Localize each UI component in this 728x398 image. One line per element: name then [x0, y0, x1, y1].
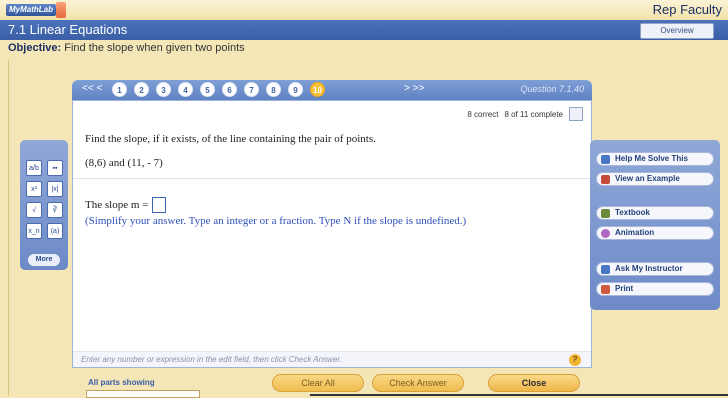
problem-points: (8,6) and (11, - 7) [85, 157, 163, 169]
mymathlab-logo: MyMathLab [6, 4, 56, 16]
hint-bar: Enter any number or expression in the ed… [73, 351, 591, 367]
status-row: 8 correct 8 of 11 complete [467, 107, 583, 121]
textbook-label: Textbook [615, 208, 650, 217]
answer-instructions: (Simplify your answer. Type an integer o… [85, 215, 467, 227]
answer-line: The slope m = [85, 197, 167, 213]
objective-text: Find the slope when given two points [64, 42, 245, 54]
question-button-10[interactable]: 10 [310, 82, 325, 97]
user-name: Rep Faculty [652, 2, 722, 17]
math-tool-button[interactable]: √ [26, 202, 42, 218]
objective-line: Objective: Find the slope when given two… [8, 42, 245, 54]
help-me-solve-button[interactable]: Help Me Solve This [596, 152, 714, 166]
answer-input[interactable] [152, 197, 167, 213]
question-panel: 8 correct 8 of 11 complete Find the slop… [72, 100, 592, 368]
close-button[interactable]: Close [488, 374, 580, 392]
view-example-button[interactable]: View an Example [596, 172, 714, 186]
question-button-3[interactable]: 3 [156, 82, 171, 97]
problem-statement: Find the slope, if it exists, of the lin… [85, 133, 376, 145]
book-icon [601, 209, 610, 218]
bottom-toolbar: All parts showing Clear All Check Answer… [0, 372, 728, 398]
instructor-icon [601, 265, 610, 274]
animation-icon [601, 229, 610, 238]
question-button-4[interactable]: 4 [178, 82, 193, 97]
objective-label: Objective: [8, 42, 62, 54]
parts-label: All parts showing [88, 378, 155, 387]
help-me-solve-label: Help Me Solve This [615, 154, 688, 163]
question-button-7[interactable]: 7 [244, 82, 259, 97]
print-button[interactable]: Print [596, 282, 714, 296]
question-button-8[interactable]: 8 [266, 82, 281, 97]
math-tools-panel: a/b ▪▪ x² |x| √ ∛ x_n (a) More [20, 140, 68, 270]
section-title: 7.1 Linear Equations [8, 22, 128, 37]
help-panel: Help Me Solve This View an Example Textb… [590, 140, 720, 310]
animation-label: Animation [615, 228, 655, 237]
overview-button[interactable]: Overview [640, 23, 714, 39]
arrow-icon [601, 155, 610, 164]
math-tool-button[interactable]: ▪▪ [47, 160, 63, 176]
question-button-9[interactable]: 9 [288, 82, 303, 97]
more-tools-button[interactable]: More [28, 254, 60, 266]
clear-all-button[interactable]: Clear All [272, 374, 364, 392]
question-navigation: << < 1 2 3 4 5 6 7 8 9 10 > >> Question 7.1.40 [72, 80, 592, 100]
math-tool-button[interactable]: ∛ [47, 202, 63, 218]
ask-instructor-button[interactable]: Ask My Instructor [596, 262, 714, 276]
parts-dropdown[interactable] [86, 390, 200, 398]
printer-icon [601, 285, 610, 294]
question-number: Question 7.1.40 [520, 84, 584, 94]
left-divider [8, 60, 9, 396]
math-tool-button[interactable]: x_n [26, 223, 42, 239]
answer-prefix: The slope m = [85, 199, 149, 211]
prev-arrows[interactable]: << < [82, 83, 102, 94]
print-label: Print [615, 284, 634, 293]
top-bar: MyMathLab Rep Faculty [0, 0, 728, 21]
next-arrows[interactable]: > >> [404, 83, 424, 94]
divider [73, 178, 591, 179]
check-answer-button[interactable]: Check Answer [372, 374, 464, 392]
help-icon[interactable]: ? [569, 354, 581, 366]
question-circles: 1 2 3 4 5 6 7 8 9 10 [112, 82, 325, 97]
question-button-6[interactable]: 6 [222, 82, 237, 97]
math-tool-button[interactable]: (a) [47, 223, 63, 239]
animation-button[interactable]: Animation [596, 226, 714, 240]
section-header: 7.1 Linear Equations Overview [0, 20, 728, 40]
question-button-2[interactable]: 2 [134, 82, 149, 97]
question-button-5[interactable]: 5 [200, 82, 215, 97]
calculator-icon[interactable] [569, 107, 583, 121]
question-button-1[interactable]: 1 [112, 82, 127, 97]
example-icon [601, 175, 610, 184]
correct-count: 8 correct [467, 109, 499, 119]
complete-count: 8 of 11 complete [504, 109, 563, 119]
math-tool-button[interactable]: |x| [47, 181, 63, 197]
hint-text: Enter any number or expression in the ed… [81, 355, 342, 364]
math-tool-button[interactable]: x² [26, 181, 42, 197]
view-example-label: View an Example [615, 174, 680, 183]
logo-mark-icon [56, 2, 66, 18]
textbook-button[interactable]: Textbook [596, 206, 714, 220]
ask-instructor-label: Ask My Instructor [615, 264, 683, 273]
tool-grid: a/b ▪▪ x² |x| √ ∛ x_n (a) [26, 160, 63, 239]
math-tool-button[interactable]: a/b [26, 160, 42, 176]
